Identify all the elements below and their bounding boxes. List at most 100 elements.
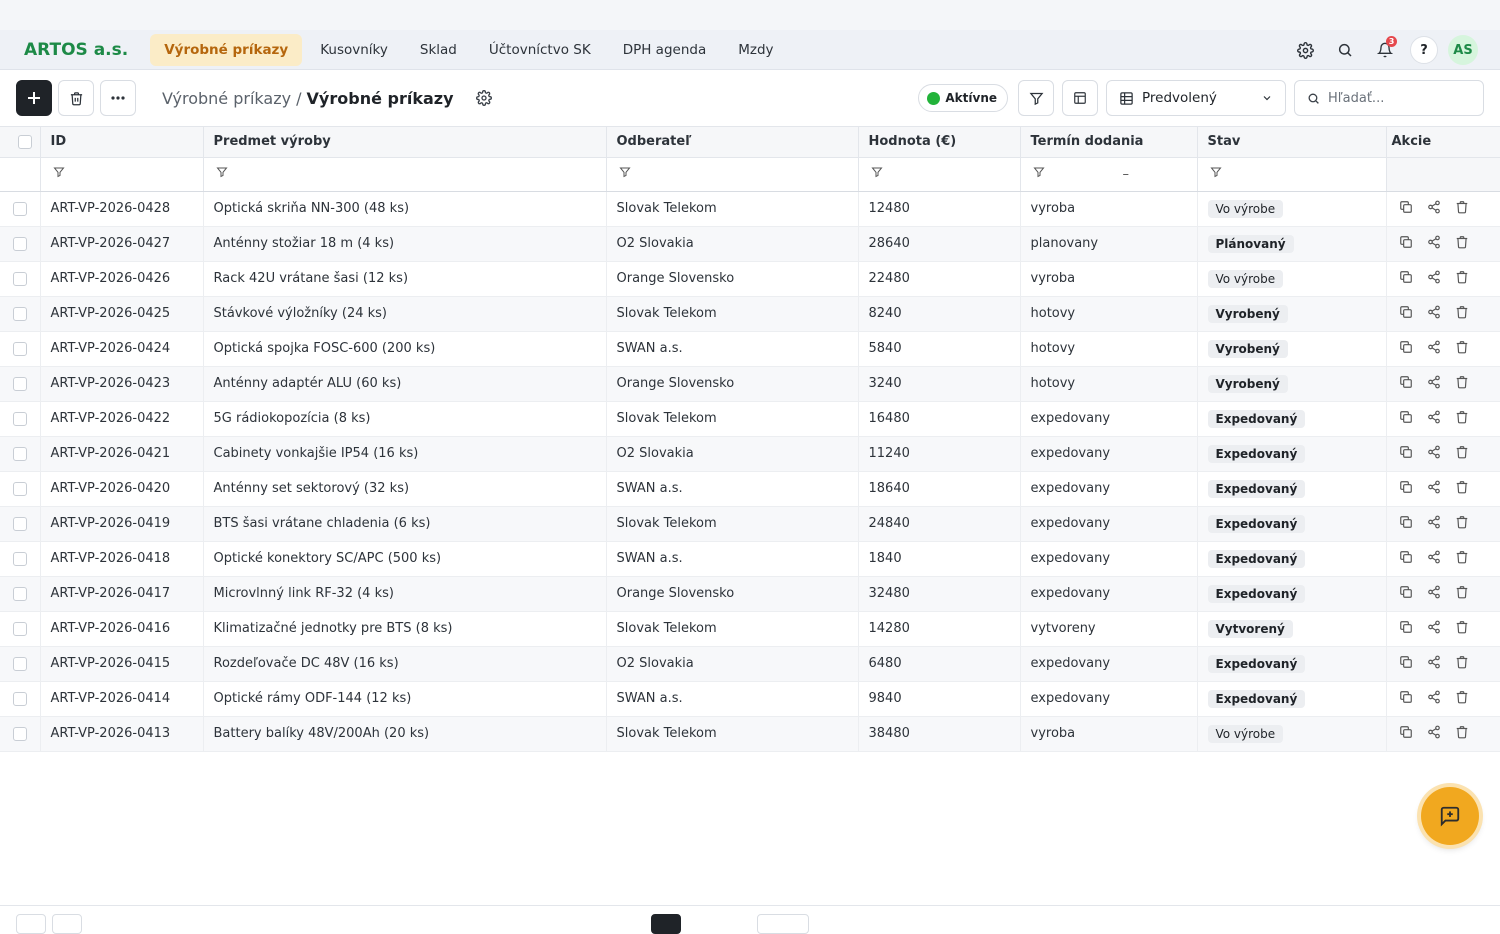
- table-row[interactable]: ART-VP-2026-0425 Stávkové výložníky (24 k…: [0, 296, 1500, 332]
- share-icon[interactable]: [1427, 305, 1441, 323]
- trash-icon[interactable]: [1455, 515, 1469, 533]
- trash-icon[interactable]: [1455, 200, 1469, 218]
- cell-id[interactable]: ART-VP-2026-0422: [40, 401, 204, 437]
- cell-id[interactable]: ART-VP-2026-0428: [40, 191, 204, 227]
- cell-id[interactable]: ART-VP-2026-0413: [40, 716, 204, 752]
- filter-id-cell[interactable]: [40, 157, 204, 192]
- row-checkbox[interactable]: [12, 586, 27, 601]
- search-field[interactable]: [1294, 80, 1484, 116]
- row-checkbox[interactable]: [12, 306, 27, 321]
- cell-id[interactable]: ART-VP-2026-0418: [40, 541, 204, 577]
- select-all-checkbox[interactable]: [17, 134, 32, 149]
- cell-id[interactable]: ART-VP-2026-0414: [40, 681, 204, 717]
- breadcrumb-parent[interactable]: Výrobné príkazy /: [162, 89, 302, 108]
- copy-icon[interactable]: [1399, 480, 1413, 498]
- notifications-bell-icon[interactable]: 3: [1370, 35, 1400, 65]
- trash-icon[interactable]: [1455, 550, 1469, 568]
- row-checkbox[interactable]: [12, 726, 27, 741]
- feedback-chat-button[interactable]: [1421, 787, 1479, 845]
- delete-button[interactable]: [58, 80, 94, 116]
- trash-icon[interactable]: [1455, 340, 1469, 358]
- share-icon[interactable]: [1427, 200, 1441, 218]
- add-button[interactable]: [16, 80, 52, 116]
- trash-icon[interactable]: [1455, 445, 1469, 463]
- copy-icon[interactable]: [1399, 340, 1413, 358]
- filter-odberatel-cell[interactable]: [606, 157, 859, 192]
- table-row[interactable]: ART-VP-2026-0426 Rack 42U vrátane šasi (1…: [0, 261, 1500, 297]
- trash-icon[interactable]: [1455, 585, 1469, 603]
- share-icon[interactable]: [1427, 725, 1441, 743]
- more-options-button[interactable]: [100, 80, 136, 116]
- cell-id[interactable]: ART-VP-2026-0416: [40, 611, 204, 647]
- page-settings-gear-icon[interactable]: [475, 90, 492, 106]
- cell-id[interactable]: ART-VP-2026-0423: [40, 366, 204, 402]
- cell-id[interactable]: ART-VP-2026-0417: [40, 576, 204, 612]
- columns-layout-button[interactable]: [1062, 80, 1098, 116]
- pagination-prev-button[interactable]: [52, 914, 82, 934]
- trash-icon[interactable]: [1455, 375, 1469, 393]
- row-checkbox[interactable]: [12, 446, 27, 461]
- table-row[interactable]: ART-VP-2026-0420 Anténny set sektorový (3…: [0, 471, 1500, 507]
- share-icon[interactable]: [1427, 620, 1441, 638]
- share-icon[interactable]: [1427, 585, 1441, 603]
- copy-icon[interactable]: [1399, 585, 1413, 603]
- col-header-id[interactable]: ID: [40, 127, 204, 158]
- brand-logo[interactable]: ARTOS a.s.: [24, 40, 128, 60]
- copy-icon[interactable]: [1399, 550, 1413, 568]
- row-checkbox[interactable]: [12, 411, 27, 426]
- row-checkbox[interactable]: [12, 621, 27, 636]
- share-icon[interactable]: [1427, 235, 1441, 253]
- table-row[interactable]: ART-VP-2026-0414 Optické rámy ODF-144 (12…: [0, 681, 1500, 717]
- copy-icon[interactable]: [1399, 270, 1413, 288]
- table-row[interactable]: ART-VP-2026-0424 Optická spojka FOSC-600 …: [0, 331, 1500, 367]
- copy-icon[interactable]: [1399, 410, 1413, 428]
- table-row[interactable]: ART-VP-2026-0421 Cabinety vonkajšie IP54 …: [0, 436, 1500, 472]
- col-header-odberatel[interactable]: Odberateľ: [606, 127, 859, 158]
- share-icon[interactable]: [1427, 445, 1441, 463]
- table-row[interactable]: ART-VP-2026-0415 Rozdeľovače DC 48V (16 k…: [0, 646, 1500, 682]
- table-row[interactable]: ART-VP-2026-0419 BTS šasi vrátane chladen…: [0, 506, 1500, 542]
- table-row[interactable]: ART-VP-2026-0418 Optické konektory SC/APC…: [0, 541, 1500, 577]
- share-icon[interactable]: [1427, 270, 1441, 288]
- table-row[interactable]: ART-VP-2026-0428 Optická skriňa NN-300 (4…: [0, 191, 1500, 227]
- nav-item-dph-agenda[interactable]: DPH agenda: [609, 34, 721, 66]
- nav-item-uctovnictvo[interactable]: Účtovníctvo SK: [475, 34, 605, 66]
- row-checkbox[interactable]: [12, 481, 27, 496]
- copy-icon[interactable]: [1399, 690, 1413, 708]
- trash-icon[interactable]: [1455, 725, 1469, 743]
- filter-hodnota-cell[interactable]: [858, 157, 1021, 192]
- pagination-current-page[interactable]: [651, 914, 681, 934]
- nav-item-sklad[interactable]: Sklad: [406, 34, 471, 66]
- status-filter-pill[interactable]: Aktívne: [918, 84, 1008, 112]
- filter-stav-cell[interactable]: [1197, 157, 1387, 192]
- table-row[interactable]: ART-VP-2026-0413 Battery balíky 48V/200Ah…: [0, 716, 1500, 752]
- copy-icon[interactable]: [1399, 200, 1413, 218]
- table-row[interactable]: ART-VP-2026-0416 Klimatizačné jednotky pr…: [0, 611, 1500, 647]
- row-checkbox[interactable]: [12, 271, 27, 286]
- trash-icon[interactable]: [1455, 270, 1469, 288]
- col-header-hodnota[interactable]: Hodnota (€): [858, 127, 1021, 158]
- share-icon[interactable]: [1427, 655, 1441, 673]
- nav-item-mzdy[interactable]: Mzdy: [724, 34, 787, 66]
- row-checkbox[interactable]: [12, 201, 27, 216]
- cell-id[interactable]: ART-VP-2026-0421: [40, 436, 204, 472]
- share-icon[interactable]: [1427, 340, 1441, 358]
- row-checkbox[interactable]: [12, 236, 27, 251]
- share-icon[interactable]: [1427, 515, 1441, 533]
- cell-id[interactable]: ART-VP-2026-0424: [40, 331, 204, 367]
- share-icon[interactable]: [1427, 375, 1441, 393]
- col-header-predmet[interactable]: Predmet výroby: [203, 127, 607, 158]
- trash-icon[interactable]: [1455, 655, 1469, 673]
- row-checkbox[interactable]: [12, 341, 27, 356]
- nav-item-kusovniky[interactable]: Kusovníky: [306, 34, 402, 66]
- user-avatar[interactable]: AS: [1448, 35, 1478, 65]
- copy-icon[interactable]: [1399, 655, 1413, 673]
- filter-predmet-cell[interactable]: [203, 157, 607, 192]
- trash-icon[interactable]: [1455, 690, 1469, 708]
- cell-id[interactable]: ART-VP-2026-0427: [40, 226, 204, 262]
- col-header-stav[interactable]: Stav: [1197, 127, 1387, 158]
- cell-id[interactable]: ART-VP-2026-0420: [40, 471, 204, 507]
- col-header-termin[interactable]: Termín dodania: [1020, 127, 1198, 158]
- table-row[interactable]: ART-VP-2026-0417 Microvlnný link RF-32 (4…: [0, 576, 1500, 612]
- trash-icon[interactable]: [1455, 620, 1469, 638]
